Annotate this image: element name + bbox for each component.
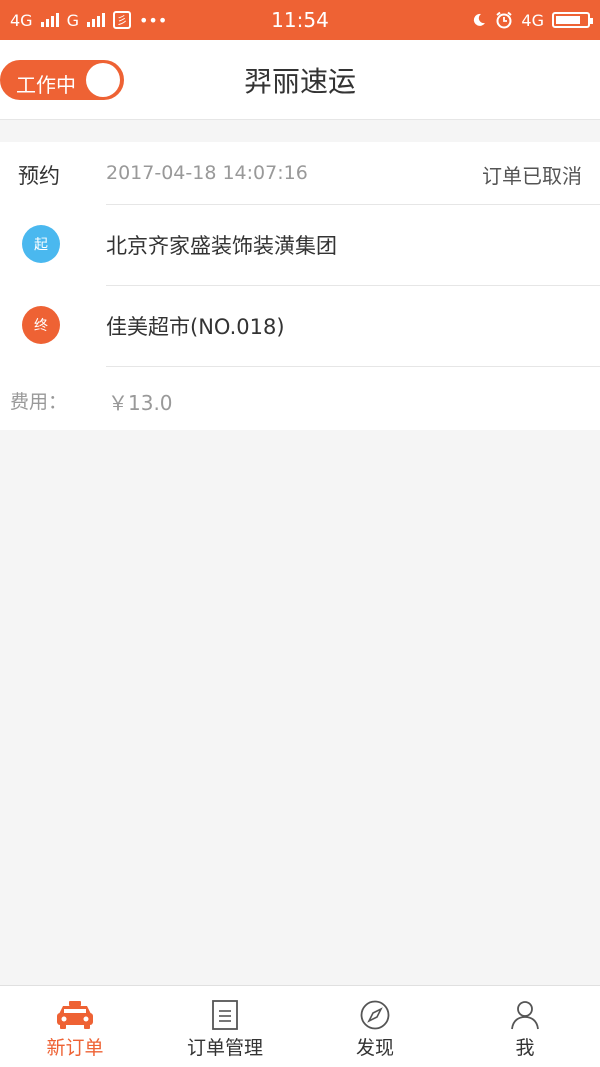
battery-icon bbox=[552, 12, 593, 28]
network-label-2: G bbox=[66, 10, 79, 30]
fee-value: ￥13.0 bbox=[108, 391, 173, 415]
tab-label: 新订单 bbox=[46, 1037, 104, 1059]
tab-order-management[interactable]: 订单管理 bbox=[150, 986, 300, 1067]
document-icon bbox=[212, 1000, 238, 1030]
start-marker-icon: 起 bbox=[22, 225, 60, 263]
network-label: 4G bbox=[10, 10, 33, 30]
status-left: 4G G 彡 ••• bbox=[10, 11, 167, 30]
end-location: 佳美超市(NO.018) bbox=[106, 315, 285, 339]
signal-icon-2 bbox=[86, 13, 105, 27]
order-card[interactable]: 预约 2017-04-18 14:07:16 订单已取消 起 北京齐家盛装饰装潢… bbox=[0, 142, 600, 430]
status-right: 4G bbox=[471, 10, 593, 30]
start-location-row: 起 北京齐家盛装饰装潢集团 bbox=[0, 205, 600, 285]
taxi-icon bbox=[56, 1000, 94, 1030]
end-location-row: 终 佳美超市(NO.018) bbox=[0, 286, 600, 366]
tab-discover[interactable]: 发现 bbox=[300, 986, 450, 1067]
bottom-tab-bar: 新订单 订单管理 发现 我 bbox=[0, 985, 600, 1067]
fee-label: 费用： bbox=[10, 391, 68, 413]
moon-icon bbox=[474, 13, 486, 26]
network-label-3: 4G bbox=[521, 10, 544, 30]
person-icon bbox=[510, 1000, 540, 1030]
more-notifications-icon: ••• bbox=[138, 10, 168, 30]
header: 工作中 羿丽速运 bbox=[0, 40, 600, 120]
fee-row: 费用： ￥13.0 bbox=[0, 367, 600, 430]
alarm-icon bbox=[496, 11, 513, 29]
tab-new-orders[interactable]: 新订单 bbox=[0, 986, 150, 1067]
signal-icon bbox=[40, 13, 59, 27]
compass-icon bbox=[360, 1000, 390, 1030]
app-notification-icon: 彡 bbox=[112, 11, 131, 29]
end-marker-icon: 终 bbox=[22, 306, 60, 344]
tab-label: 发现 bbox=[355, 1037, 394, 1059]
start-location: 北京齐家盛装饰装潢集团 bbox=[106, 234, 337, 258]
battery-fill bbox=[556, 16, 580, 24]
tab-label: 我 bbox=[515, 1037, 535, 1059]
tab-label: 订单管理 bbox=[186, 1037, 263, 1059]
status-bar: 4G G 彡 ••• 11:54 4G bbox=[0, 0, 600, 40]
order-status: 订单已取消 bbox=[482, 164, 582, 188]
order-type: 预约 bbox=[18, 164, 60, 188]
order-datetime: 2017-04-18 14:07:16 bbox=[106, 162, 308, 184]
page-title: 羿丽速运 bbox=[243, 65, 356, 98]
order-header-row: 预约 2017-04-18 14:07:16 订单已取消 bbox=[0, 142, 600, 204]
tab-me[interactable]: 我 bbox=[450, 986, 600, 1067]
